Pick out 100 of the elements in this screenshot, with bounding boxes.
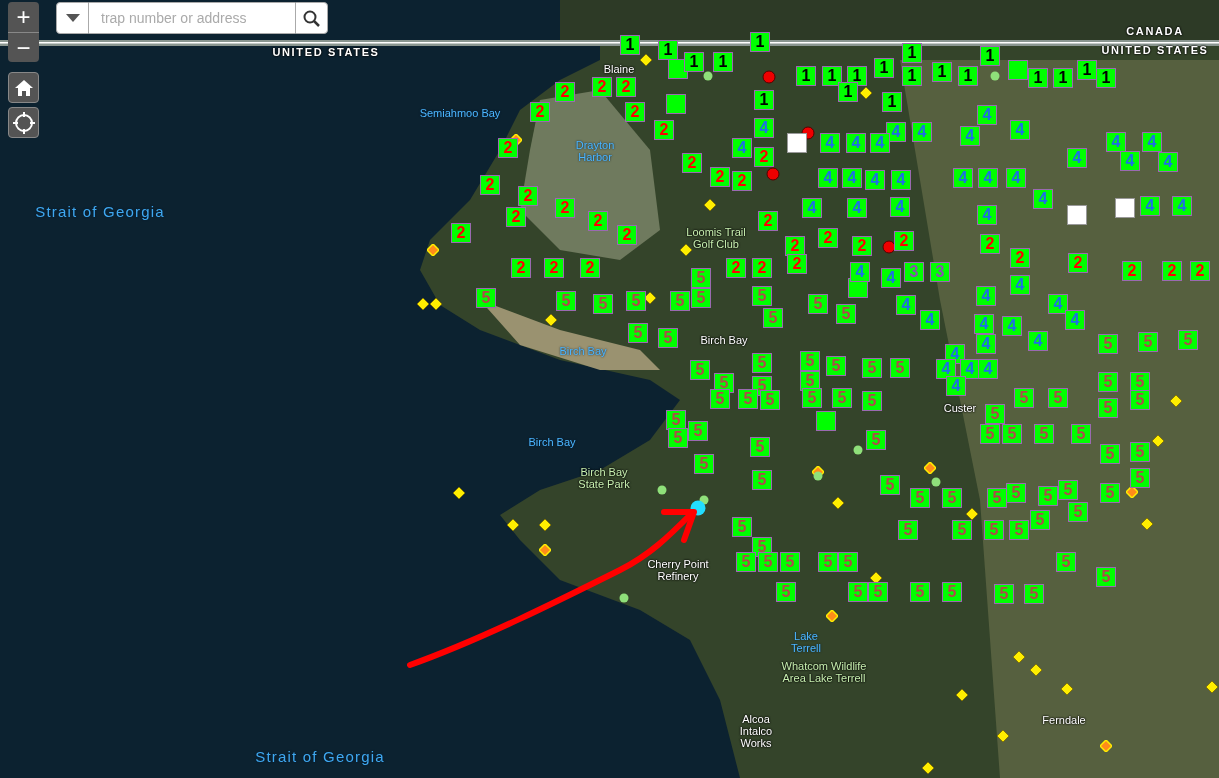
zoom-in-button[interactable]: + [8, 2, 39, 32]
trap-marker[interactable]: 5 [556, 291, 576, 311]
trap-marker[interactable]: 2 [580, 258, 600, 278]
trap-marker[interactable]: 2 [785, 236, 805, 256]
trap-marker[interactable]: 2 [752, 258, 772, 278]
search-button[interactable] [295, 2, 328, 34]
trap-marker[interactable]: 2 [511, 258, 531, 278]
trap-marker[interactable]: 5 [658, 328, 678, 348]
trap-marker[interactable]: 4 [1028, 331, 1048, 351]
trap-marker[interactable]: 2 [617, 225, 637, 245]
trap-marker[interactable]: 4 [846, 133, 866, 153]
trap-marker[interactable]: 5 [952, 520, 972, 540]
trap-marker[interactable]: 2 [1010, 248, 1030, 268]
trap-marker[interactable]: 5 [862, 358, 882, 378]
trap-marker[interactable]: 5 [994, 584, 1014, 604]
trap-marker[interactable]: 4 [1006, 168, 1026, 188]
trap-marker[interactable]: 5 [688, 421, 708, 441]
trap-marker[interactable]: 2 [726, 258, 746, 278]
trap-marker[interactable]: 5 [818, 552, 838, 572]
trap-marker[interactable]: 5 [1014, 388, 1034, 408]
trap-marker[interactable]: 5 [736, 552, 756, 572]
trap-marker[interactable]: 1 [796, 66, 816, 86]
trap-marker[interactable]: 4 [978, 359, 998, 379]
trap-marker[interactable]: 4 [818, 168, 838, 188]
trap-marker[interactable]: 2 [480, 175, 500, 195]
trap-marker[interactable]: 5 [800, 371, 820, 391]
trap-marker[interactable]: 5 [1058, 480, 1078, 500]
trap-marker[interactable]: 5 [1009, 520, 1029, 540]
trap-marker[interactable]: 5 [780, 552, 800, 572]
trap-marker[interactable]: 5 [750, 437, 770, 457]
trap-marker[interactable]: 5 [1024, 584, 1044, 604]
trap-marker[interactable]: 1 [1053, 68, 1073, 88]
trap-marker[interactable]: 1 [713, 52, 733, 72]
trap-marker[interactable]: 1 [754, 90, 774, 110]
trap-marker[interactable]: 1 [980, 46, 1000, 66]
trap-marker[interactable]: 5 [1096, 567, 1116, 587]
trap-marker[interactable]: 5 [1098, 334, 1118, 354]
trap-marker[interactable]: 5 [942, 488, 962, 508]
trap-marker[interactable]: 4 [1067, 148, 1087, 168]
trap-marker[interactable]: 5 [670, 291, 690, 311]
trap-marker[interactable]: 1 [958, 66, 978, 86]
trap-marker[interactable]: 4 [1140, 196, 1160, 216]
trap-marker[interactable]: 5 [1138, 332, 1158, 352]
trap-marker[interactable]: 1 [838, 82, 858, 102]
trap-marker[interactable]: 5 [987, 488, 1007, 508]
trap-marker[interactable]: 5 [1002, 424, 1022, 444]
trap-marker[interactable]: 5 [1030, 510, 1050, 530]
trap-marker[interactable]: 5 [691, 288, 711, 308]
trap-marker[interactable]: 1 [932, 62, 952, 82]
trap-marker[interactable]: 5 [760, 390, 780, 410]
trap-marker[interactable]: 5 [752, 286, 772, 306]
trap-marker[interactable]: 5 [890, 358, 910, 378]
trap-marker[interactable]: 5 [848, 582, 868, 602]
trap-marker[interactable]: 2 [518, 186, 538, 206]
trap-marker[interactable]: 5 [1071, 424, 1091, 444]
trap-marker[interactable]: 5 [832, 388, 852, 408]
trap-marker[interactable]: 5 [910, 488, 930, 508]
trap-marker[interactable]: 5 [800, 351, 820, 371]
trap-marker[interactable]: 4 [977, 105, 997, 125]
trap-marker[interactable]: 4 [870, 133, 890, 153]
trap-marker[interactable]: 4 [1010, 120, 1030, 140]
trap-marker[interactable]: 5 [1034, 424, 1054, 444]
trap-marker[interactable]: 4 [960, 126, 980, 146]
trap-marker[interactable]: 5 [862, 391, 882, 411]
trap-marker[interactable]: 4 [865, 170, 885, 190]
trap-marker[interactable]: 2 [1068, 253, 1088, 273]
trap-marker[interactable]: 5 [738, 389, 758, 409]
trap-marker[interactable]: 5 [1098, 398, 1118, 418]
trap-marker[interactable]: 5 [628, 323, 648, 343]
trap-marker[interactable]: 4 [890, 197, 910, 217]
trap-marker[interactable]: 5 [802, 388, 822, 408]
trap-marker[interactable]: 1 [874, 58, 894, 78]
trap-marker[interactable]: 5 [838, 552, 858, 572]
trap-marker[interactable]: 2 [555, 82, 575, 102]
trap-marker[interactable]: 1 [822, 66, 842, 86]
trap-marker[interactable]: 2 [592, 77, 612, 97]
trap-marker[interactable]: 5 [1100, 444, 1120, 464]
trap-marker[interactable]: 2 [754, 147, 774, 167]
trap-marker[interactable]: 2 [1190, 261, 1210, 281]
trap-marker[interactable]: 5 [1130, 372, 1150, 392]
trap-marker[interactable]: 5 [1100, 483, 1120, 503]
trap-marker[interactable]: 2 [818, 228, 838, 248]
trap-marker[interactable]: 5 [942, 582, 962, 602]
trap-marker[interactable]: 2 [588, 211, 608, 231]
trap-marker[interactable]: 5 [880, 475, 900, 495]
trap-marker[interactable]: 1 [684, 52, 704, 72]
trap-marker[interactable]: 4 [976, 286, 996, 306]
trap-marker[interactable]: 5 [984, 520, 1004, 540]
trap-marker[interactable]: 4 [886, 122, 906, 142]
trap-marker[interactable]: 5 [758, 552, 778, 572]
trap-marker[interactable]: 2 [852, 236, 872, 256]
trap-marker[interactable]: 4 [936, 359, 956, 379]
trap-marker[interactable]: 2 [980, 234, 1000, 254]
locate-button[interactable] [8, 107, 39, 138]
trap-marker[interactable]: 3 [904, 262, 924, 282]
trap-marker[interactable]: 4 [976, 334, 996, 354]
trap-marker[interactable]: 2 [654, 120, 674, 140]
trap-marker[interactable]: 5 [694, 454, 714, 474]
trap-marker[interactable]: 4 [1120, 151, 1140, 171]
trap-marker[interactable]: 1 [658, 40, 678, 60]
